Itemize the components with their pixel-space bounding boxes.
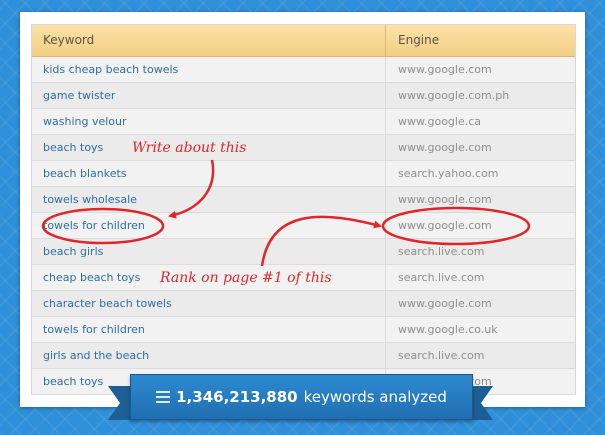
engine-cell: search.live.com — [398, 349, 485, 362]
engine-cell: search.live.com — [398, 245, 485, 258]
keyword-link[interactable]: beach girls — [32, 239, 386, 264]
table-header: Keyword Engine — [32, 25, 575, 57]
keyword-link[interactable]: towels wholesale — [32, 187, 386, 212]
keyword-link[interactable]: character beach towels — [32, 291, 386, 316]
keyword-link[interactable]: washing velour — [32, 109, 386, 134]
keyword-link[interactable]: towels for children — [32, 213, 386, 238]
engine-cell: www.google.ca — [398, 115, 482, 128]
table-row: game twister www.google.com.ph — [32, 83, 575, 109]
keywords-banner: 1,346,213,880 keywords analyzed — [108, 374, 473, 420]
table-row: towels for children www.google.com — [32, 213, 575, 239]
rank-annotation: Rank on page #1 of this — [160, 270, 332, 286]
keyword-column-header[interactable]: Keyword — [32, 25, 386, 56]
keyword-link[interactable]: kids cheap beach towels — [32, 57, 386, 82]
table-row: towels wholesale www.google.com — [32, 187, 575, 213]
engine-cell: www.google.co.uk — [398, 323, 498, 336]
engine-cell: www.google.com — [398, 193, 492, 206]
table-row: kids cheap beach towels www.google.com — [32, 57, 575, 83]
engine-cell: www.google.com — [398, 297, 492, 310]
keyword-link[interactable]: beach blankets — [32, 161, 386, 186]
keyword-count-label: keywords analyzed — [303, 388, 447, 406]
table-row: girls and the beach search.live.com — [32, 343, 575, 369]
table-row: beach toyswww.google.com — [32, 135, 575, 161]
engine-cell: www.google.com.ph — [398, 89, 510, 102]
ribbon-body: 1,346,213,880 keywords analyzed — [130, 374, 473, 420]
engine-cell: www.google.com — [398, 219, 492, 232]
write-about-annotation: Write about this — [132, 140, 247, 156]
list-icon — [156, 391, 171, 403]
table-row: character beach towels www.google.com — [32, 291, 575, 317]
table-body: kids cheap beach towels www.google.com ga… — [32, 57, 575, 395]
engine-cell: www.google.com — [398, 141, 492, 154]
engine-cell: search.live.com — [398, 271, 485, 284]
engine-cell: search.yahoo.com — [398, 167, 499, 180]
keyword-table: Keyword Engine kids cheap beach towels ww… — [31, 24, 576, 395]
engine-column-header[interactable]: Engine — [386, 25, 575, 56]
table-row: beach girls search.live.com — [32, 239, 575, 265]
table-row: towels for children www.google.co.uk — [32, 317, 575, 343]
table-row: washing velour www.google.ca — [32, 109, 575, 135]
keyword-count: 1,346,213,880 — [176, 388, 298, 406]
keyword-link[interactable]: game twister — [32, 83, 386, 108]
keyword-link[interactable]: girls and the beach — [32, 343, 386, 368]
engine-cell: www.google.com — [398, 63, 492, 76]
keyword-link[interactable]: towels for children — [32, 317, 386, 342]
table-row: beach blankets search.yahoo.com — [32, 161, 575, 187]
keyword-panel: Keyword Engine kids cheap beach towels ww… — [20, 12, 585, 407]
